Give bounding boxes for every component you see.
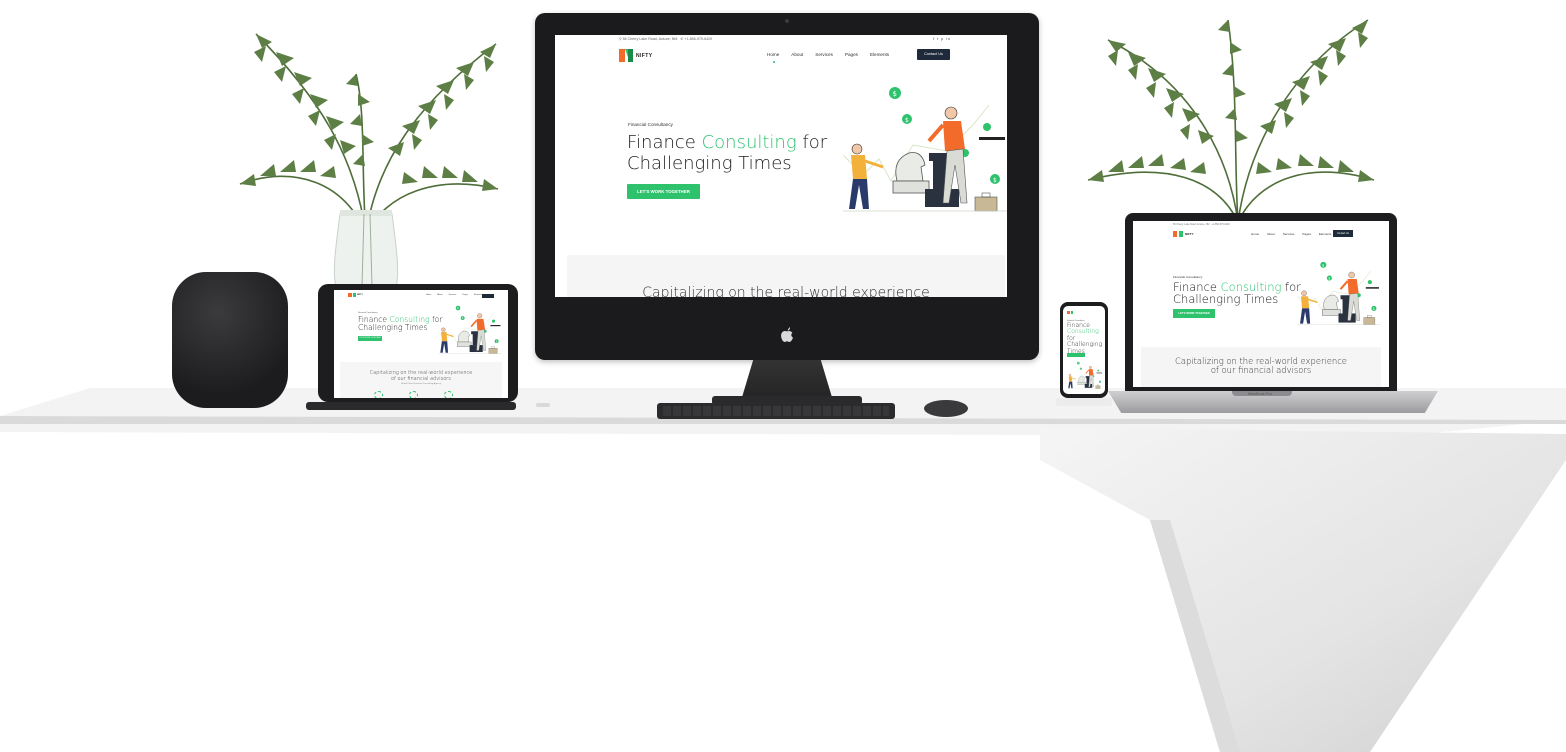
pinterest-icon[interactable]: p (941, 37, 944, 41)
feature-icon (374, 391, 383, 398)
tablet-device: NIFTY Home About Services Pages Elements… (318, 284, 518, 402)
tablet-section: Capitalizing on the real-world experienc… (340, 362, 502, 398)
laptop-device: 56 Cherry Lake Road, Azsure, NM +1-856-9… (1125, 213, 1397, 391)
phone-screen: Financial Consultancy Finance Consulting… (1063, 306, 1105, 394)
laptop-brand-text: NIFTY (1185, 232, 1194, 236)
hero-illustration: $ $ $ (843, 85, 1007, 213)
section-heading: Capitalizing on the real-world experienc… (642, 285, 930, 297)
phone-hero-illustration (1067, 361, 1103, 390)
phone-hero-button[interactable] (1067, 353, 1085, 357)
tablet-brand-text: NIFTY (357, 294, 363, 296)
nav-pages[interactable]: Pages (845, 52, 858, 57)
smart-speaker (172, 272, 288, 408)
laptop-nav-about[interactable]: About (1267, 232, 1275, 236)
brand-name: NIFTY (636, 52, 653, 59)
nav-about[interactable]: About (791, 52, 803, 57)
hero-heading: Finance Consulting for Challenging Times (627, 132, 828, 174)
laptop-nav-services[interactable]: Services (1283, 232, 1295, 236)
laptop-topbar: 56 Cherry Lake Road, Azsure, NM +1-856-9… (1173, 223, 1230, 226)
location-icon: ⚲ (619, 37, 622, 41)
tablet-nav: NIFTY Home About Services Pages Elements (348, 293, 508, 299)
facebook-icon[interactable]: f (933, 37, 935, 41)
section-band: Capitalizing on the real-world experienc… (567, 255, 1005, 297)
hero-eyebrow: Financial Consultancy (628, 122, 673, 127)
laptop-nav-home[interactable]: Home (1251, 232, 1259, 236)
laptop-model-label: MacBook Pro (1248, 391, 1273, 396)
contact-us-button[interactable]: Contact Us (917, 49, 950, 60)
feature-icon (409, 391, 418, 398)
desktop-monitor: ⚲ 56 Cherry Lake Road, Azsure, NM ✆ +1-8… (535, 13, 1039, 360)
phone-logo[interactable] (1067, 311, 1073, 314)
linkedin-icon[interactable]: in (946, 37, 951, 41)
phone-hero-heading: Finance Consulting for Challenging Times (1067, 322, 1103, 355)
site-navbar: NIFTY Home About Services Pages Elements… (555, 45, 1007, 65)
topbar-phone: +1-856-975-6420 (684, 37, 713, 41)
laptop-nav-elements[interactable]: Elements (1319, 232, 1332, 236)
camera-icon (785, 19, 789, 23)
tablet-contact-button[interactable] (482, 294, 494, 298)
tablet-nav-services[interactable]: Services (449, 294, 457, 296)
tablet-section-subtitle: World Class Financial Consulting Agency (401, 383, 441, 385)
phone-device: Financial Consultancy Finance Consulting… (1060, 302, 1108, 398)
hero-cta-button[interactable]: LET'S WORK TOGETHER (627, 184, 700, 199)
main-menu: Home About Services Pages Elements (767, 52, 901, 63)
site-topbar: ⚲ 56 Cherry Lake Road, Azsure, NM ✆ +1-8… (555, 35, 1007, 43)
tablet-hero-heading: Finance Consulting for Challenging Times (358, 315, 443, 332)
tablet-menu: Home About Services Pages Elements (426, 294, 488, 296)
twitter-icon[interactable]: t (937, 37, 939, 41)
laptop-nav-pages[interactable]: Pages (1302, 232, 1311, 236)
tablet-hero-button[interactable]: LET'S WORK TOGETHER (358, 336, 382, 341)
stylus-pencil (536, 403, 550, 407)
tablet-eyebrow: Financial Consultancy (358, 312, 378, 314)
tablet-hero-illustration (438, 304, 502, 355)
tablet-section-heading: Capitalizing on the real-world experienc… (369, 370, 473, 382)
tablet-nav-home[interactable]: Home (426, 294, 431, 296)
tablet-nav-elements[interactable]: Elements (474, 294, 482, 296)
laptop-section: Capitalizing on the real-world experienc… (1141, 347, 1381, 387)
desktop-mouse (924, 400, 968, 417)
tablet-screen: NIFTY Home About Services Pages Elements… (334, 290, 508, 398)
desktop-screen: ⚲ 56 Cherry Lake Road, Azsure, NM ✆ +1-8… (555, 35, 1007, 297)
phone-icon: ✆ (680, 37, 684, 41)
nav-services[interactable]: Services (815, 52, 833, 57)
desk-leg (1040, 428, 1566, 752)
laptop-eyebrow: Financial Consultancy (1173, 275, 1203, 279)
tablet-nav-pages[interactable]: Pages (462, 294, 468, 296)
laptop-hero-heading: Finance Consulting for Challenging Times (1173, 280, 1301, 306)
site-logo[interactable]: NIFTY (619, 49, 652, 62)
social-links: f t p in (933, 35, 951, 43)
nav-home[interactable]: Home (767, 52, 779, 63)
tablet-logo[interactable]: NIFTY (348, 293, 363, 297)
phone-stand (1056, 398, 1112, 406)
tablet-feature-icons (374, 391, 453, 398)
laptop-hero-button[interactable]: LET'S WORK TOGETHER (1173, 309, 1215, 318)
laptop-screen: 56 Cherry Lake Road, Azsure, NM +1-856-9… (1133, 221, 1389, 387)
desktop-keyboard (657, 403, 895, 419)
laptop-logo[interactable]: NIFTY (1173, 231, 1194, 237)
topbar-address: 56 Cherry Lake Road, Azsure, NM (622, 37, 678, 41)
apple-icon (781, 327, 793, 342)
tablet-keyboard (306, 402, 516, 410)
feature-icon (444, 391, 453, 398)
tablet-nav-about[interactable]: About (437, 294, 442, 296)
laptop-section-heading: Capitalizing on the real-world experienc… (1175, 356, 1347, 375)
laptop-navbar: NIFTY Home About Services Pages Elements… (1133, 229, 1389, 239)
nav-elements[interactable]: Elements (870, 52, 889, 57)
laptop-menu: Home About Services Pages Elements (1251, 232, 1339, 236)
laptop-hero-illustration (1297, 260, 1381, 326)
logo-icon (619, 49, 633, 62)
fern-plant-left (239, 33, 499, 287)
fern-plant-right (1087, 19, 1375, 222)
laptop-contact-button[interactable]: Contact Us (1333, 230, 1353, 237)
